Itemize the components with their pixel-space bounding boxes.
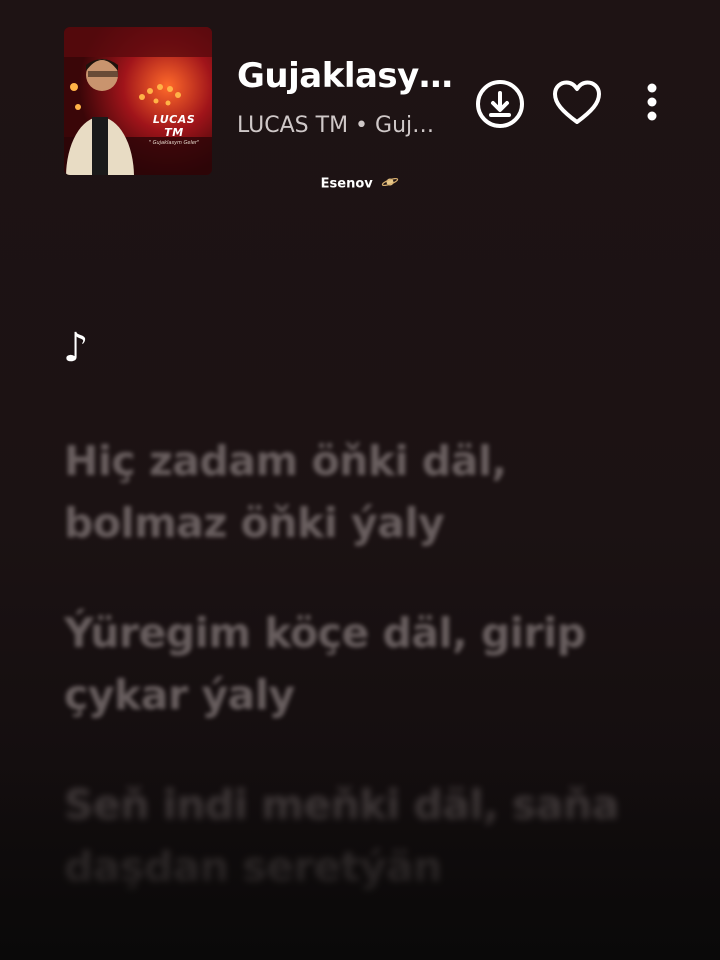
music-note-icon: ♪ [63,325,89,371]
lyric-line[interactable]: Seň indi meňki däl, saňa daşdan seretýän [64,774,664,898]
more-options-button[interactable] [636,80,668,124]
album-art-text: LUCAS TM " Gujaklasym Geler" [144,113,204,146]
track-subtitle[interactable]: LUCAS TM • Guj… [237,113,463,138]
album-cover-image [64,27,212,175]
like-button[interactable] [550,78,604,128]
download-icon [476,80,524,128]
lyric-line[interactable]: Hiç zadam öňki däl, bolmaz öňki ýaly [64,430,664,554]
track-title[interactable]: Gujaklasy… [237,56,465,96]
heart-icon [553,80,601,124]
album-art-artist: LUCAS TM [152,113,196,139]
album-art[interactable]: LUCAS TM " Gujaklasym Geler" [64,27,212,175]
download-button[interactable] [474,78,526,130]
overlay-username: Esenov [0,176,720,192]
album-art-subtitle: " Gujaklasym Geler" [148,140,200,146]
overlay-username-text: Esenov [320,176,373,192]
lyric-line[interactable]: Ýüregim köçe däl, girip çykar ýaly [64,602,664,726]
planet-icon [381,176,399,192]
more-vertical-icon [647,83,657,121]
lyrics-panel[interactable]: Hiç zadam öňki däl, bolmaz öňki ýaly Ýür… [64,430,664,946]
